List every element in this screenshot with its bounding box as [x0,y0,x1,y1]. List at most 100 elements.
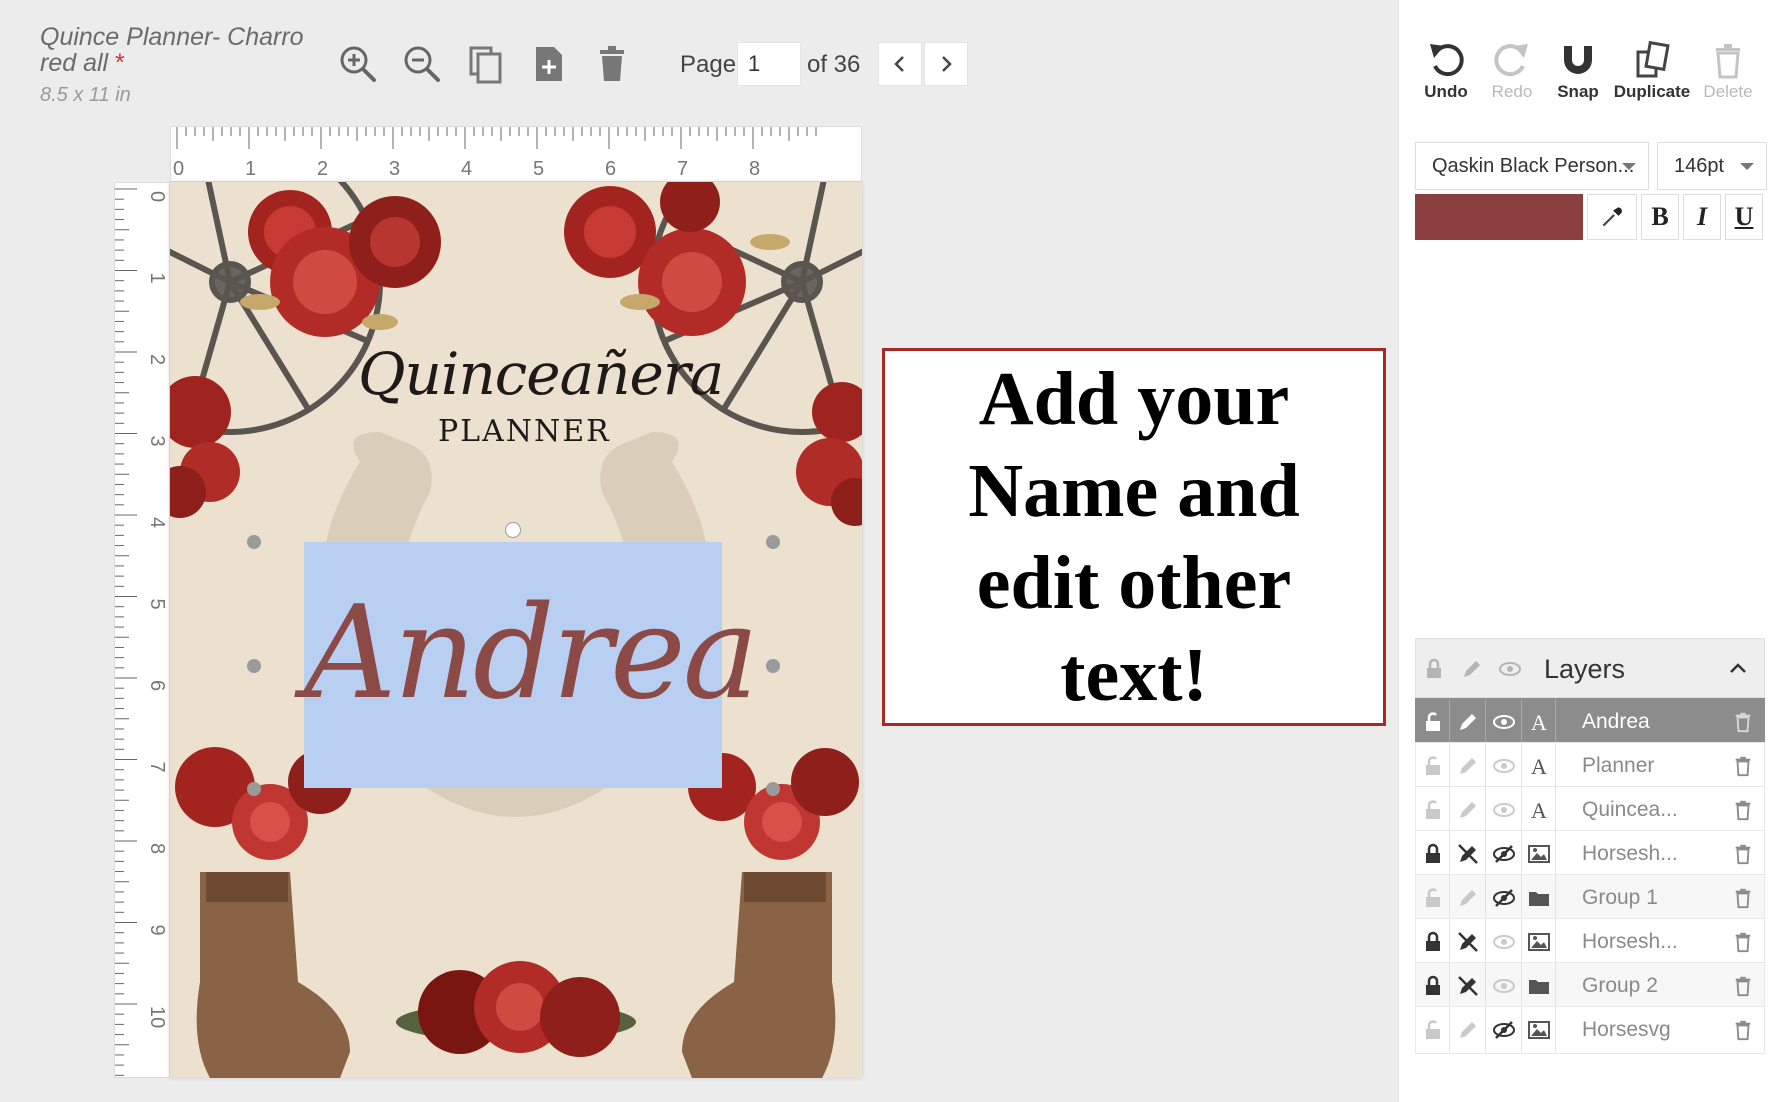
text-color-swatch[interactable] [1415,194,1583,240]
layer-delete-button[interactable] [1732,755,1754,777]
canvas-title-text[interactable]: Quinceañera [358,340,724,408]
layer-delete-button[interactable] [1732,887,1754,909]
layer-type-indicator: A [1522,743,1556,789]
layer-edit-toggle[interactable] [1450,699,1486,745]
layer-name[interactable]: Group 2 [1582,974,1658,998]
next-page-button[interactable] [924,42,968,86]
snap-button[interactable]: Snap [1545,40,1611,102]
layer-visibility-toggle[interactable] [1486,919,1522,965]
layer-lock-toggle[interactable] [1416,919,1450,965]
layer-visibility-toggle[interactable] [1486,875,1522,921]
layer-delete-button[interactable] [1732,711,1754,733]
undo-button[interactable]: Undo [1413,40,1479,102]
layer-row[interactable]: Horsesh... [1415,918,1765,966]
layer-delete-button[interactable] [1732,843,1754,865]
delete-label: Delete [1703,82,1753,101]
canvas-name-text[interactable]: Andrea [304,554,759,754]
layer-name[interactable]: Horsesh... [1582,930,1678,954]
layer-lock-toggle[interactable] [1416,963,1450,1009]
layer-row[interactable]: Group 1 [1415,874,1765,922]
layer-row[interactable]: Horsesvg [1415,1006,1765,1054]
canvas-subtitle-text[interactable]: Planner [438,414,611,449]
zoom-in-icon[interactable] [336,42,380,86]
layer-type-indicator: A [1522,699,1556,745]
folder-layer-icon [1528,892,1549,906]
layer-row[interactable]: A Planner [1415,742,1765,790]
layer-edit-toggle[interactable] [1450,831,1486,877]
eyedropper-button[interactable] [1587,194,1637,240]
delete-page-icon[interactable] [590,42,634,86]
layer-delete-button[interactable] [1732,931,1754,953]
ruler-label: 9 [146,925,168,936]
chevron-up-icon[interactable] [1726,657,1750,681]
layer-name[interactable]: Planner [1582,754,1654,778]
layer-row[interactable]: Horsesh... [1415,830,1765,878]
layer-visibility-toggle[interactable] [1486,963,1522,1009]
layer-name[interactable]: Horsesvg [1582,1018,1671,1042]
resize-handle-top-left[interactable] [247,535,261,549]
chevron-right-icon [942,56,952,72]
layer-row[interactable]: Group 2 [1415,962,1765,1010]
font-size-select[interactable]: 146pt [1657,142,1767,190]
italic-button[interactable]: I [1683,194,1721,240]
layer-edit-toggle[interactable] [1450,743,1486,789]
ruler-label: 4 [146,517,168,528]
layer-type-indicator [1522,919,1556,965]
layer-row[interactable]: A Quincea... [1415,786,1765,834]
copy-page-icon[interactable] [464,42,508,86]
layer-name[interactable]: Horsesh... [1582,842,1678,866]
eye-icon [1492,759,1515,773]
layer-row[interactable]: A Andrea [1415,698,1765,746]
layer-lock-toggle[interactable] [1416,875,1450,921]
layer-lock-toggle[interactable] [1416,1007,1450,1053]
resize-handle-bottom-right[interactable] [766,782,780,796]
unlock-icon [1425,712,1440,731]
layer-lock-toggle[interactable] [1416,787,1450,833]
document-title-text: Quince Planner- Charro red all [40,23,304,77]
zoom-out-icon[interactable] [400,42,444,86]
layer-lock-toggle[interactable] [1416,831,1450,877]
underline-button[interactable]: U [1725,194,1763,240]
layers-header[interactable]: Layers [1415,638,1765,698]
bold-button[interactable]: B [1641,194,1679,240]
document-size: 8.5 x 11 in [40,84,131,106]
layer-edit-toggle[interactable] [1450,963,1486,1009]
layer-lock-toggle[interactable] [1416,699,1450,745]
trash-icon [1735,1020,1751,1041]
redo-button[interactable]: Redo [1479,40,1545,102]
layer-visibility-toggle[interactable] [1486,743,1522,789]
add-page-icon[interactable] [526,42,570,86]
layer-name[interactable]: Group 1 [1582,886,1658,910]
snap-label: Snap [1557,82,1599,101]
design-canvas[interactable]: Quinceañera Planner Andrea [170,182,862,1078]
instruction-callout: Add your Name and edit other text! [882,348,1386,726]
layer-edit-toggle[interactable] [1450,1007,1486,1053]
layer-name[interactable]: Andrea [1582,710,1650,734]
layer-edit-toggle[interactable] [1450,919,1486,965]
previous-page-button[interactable] [878,42,922,86]
resize-handle-left[interactable] [247,659,261,673]
layer-delete-button[interactable] [1732,975,1754,997]
text-layer-icon: A [1531,798,1547,822]
layer-name[interactable]: Quincea... [1582,798,1678,822]
layer-visibility-toggle[interactable] [1486,1007,1522,1053]
trash-icon [1716,44,1740,79]
layer-visibility-toggle[interactable] [1486,831,1522,877]
layer-delete-button[interactable] [1732,799,1754,821]
layer-visibility-toggle[interactable] [1486,787,1522,833]
page-number-input[interactable] [737,42,801,86]
layer-lock-toggle[interactable] [1416,743,1450,789]
resize-handle-right[interactable] [766,659,780,673]
layer-edit-toggle[interactable] [1450,875,1486,921]
vertical-ruler: 0 1 2 3 4 5 6 7 8 9 10 [114,182,170,1078]
rotate-handle[interactable] [505,522,521,538]
undo-icon [1430,44,1464,77]
layer-edit-toggle[interactable] [1450,787,1486,833]
duplicate-button[interactable]: Duplicate [1614,40,1690,102]
delete-button[interactable]: Delete [1695,40,1761,102]
layer-delete-button[interactable] [1732,1019,1754,1041]
font-family-select[interactable]: Qaskin Black Person... [1415,142,1649,190]
resize-handle-bottom-left[interactable] [247,782,261,796]
resize-handle-top-right[interactable] [766,535,780,549]
layer-visibility-toggle[interactable] [1486,699,1522,745]
